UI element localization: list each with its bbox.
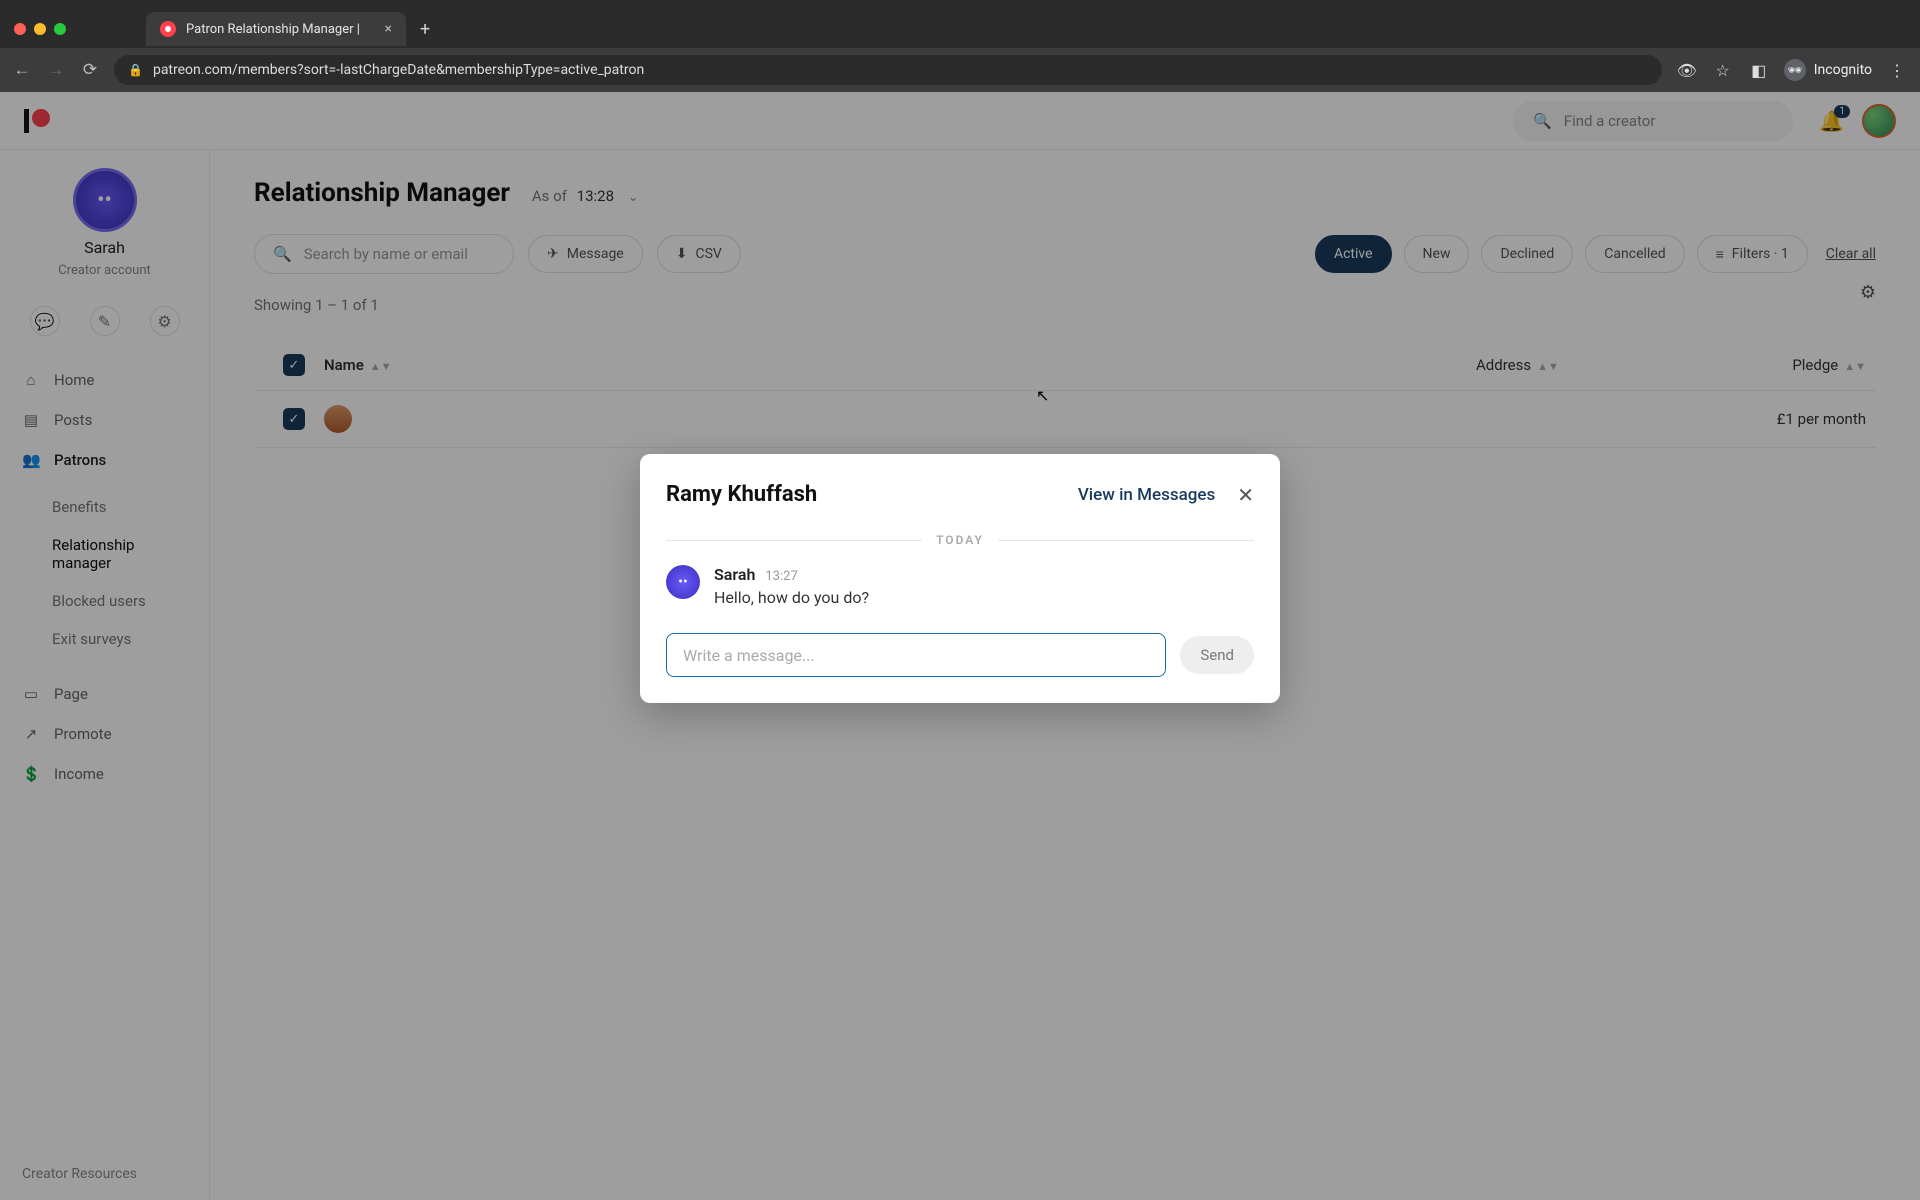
lock-icon: 🔒 bbox=[128, 63, 143, 77]
close-icon[interactable]: ✕ bbox=[1237, 483, 1254, 507]
extensions-icon[interactable]: ◧ bbox=[1748, 61, 1770, 80]
forward-icon[interactable]: → bbox=[46, 60, 66, 80]
send-button[interactable]: Send bbox=[1180, 636, 1254, 674]
browser-tabstrip: Patron Relationship Manager | × + bbox=[0, 10, 1920, 48]
incognito-icon: 🕶 bbox=[1784, 59, 1806, 81]
kebab-menu-icon[interactable]: ⋮ bbox=[1886, 61, 1908, 80]
day-label: TODAY bbox=[936, 533, 984, 547]
address-bar[interactable]: 🔒 patreon.com/members?sort=-lastChargeDa… bbox=[114, 55, 1662, 85]
message-avatar: •• bbox=[666, 565, 700, 599]
window-controls[interactable] bbox=[14, 23, 66, 35]
message-modal: Ramy Khuffash View in Messages ✕ TODAY •… bbox=[640, 454, 1280, 703]
browser-toolbar: ← → ⟳ 🔒 patreon.com/members?sort=-lastCh… bbox=[0, 48, 1920, 92]
compose-input[interactable] bbox=[666, 633, 1166, 677]
back-icon[interactable]: ← bbox=[12, 60, 32, 80]
day-divider: TODAY bbox=[666, 533, 1254, 547]
browser-tab[interactable]: Patron Relationship Manager | × bbox=[146, 12, 406, 46]
incognito-indicator[interactable]: 🕶 Incognito bbox=[1784, 59, 1872, 81]
star-icon[interactable]: ☆ bbox=[1712, 61, 1734, 80]
tab-title: Patron Relationship Manager | bbox=[186, 22, 360, 37]
message-time: 13:27 bbox=[765, 569, 797, 584]
view-in-messages-link[interactable]: View in Messages bbox=[1078, 485, 1215, 505]
favicon-icon bbox=[160, 21, 176, 37]
incognito-label: Incognito bbox=[1814, 62, 1872, 78]
new-tab-button[interactable]: + bbox=[406, 19, 444, 40]
message-item: •• Sarah 13:27 Hello, how do you do? bbox=[666, 565, 1254, 607]
reload-icon[interactable]: ⟳ bbox=[80, 60, 100, 80]
message-body: Hello, how do you do? bbox=[714, 588, 869, 607]
modal-title: Ramy Khuffash bbox=[666, 482, 817, 507]
message-sender: Sarah bbox=[714, 565, 755, 584]
url-text: patreon.com/members?sort=-lastChargeDate… bbox=[153, 62, 644, 78]
eye-off-icon[interactable]: 👁 bbox=[1676, 61, 1698, 80]
close-tab-icon[interactable]: × bbox=[385, 21, 392, 37]
